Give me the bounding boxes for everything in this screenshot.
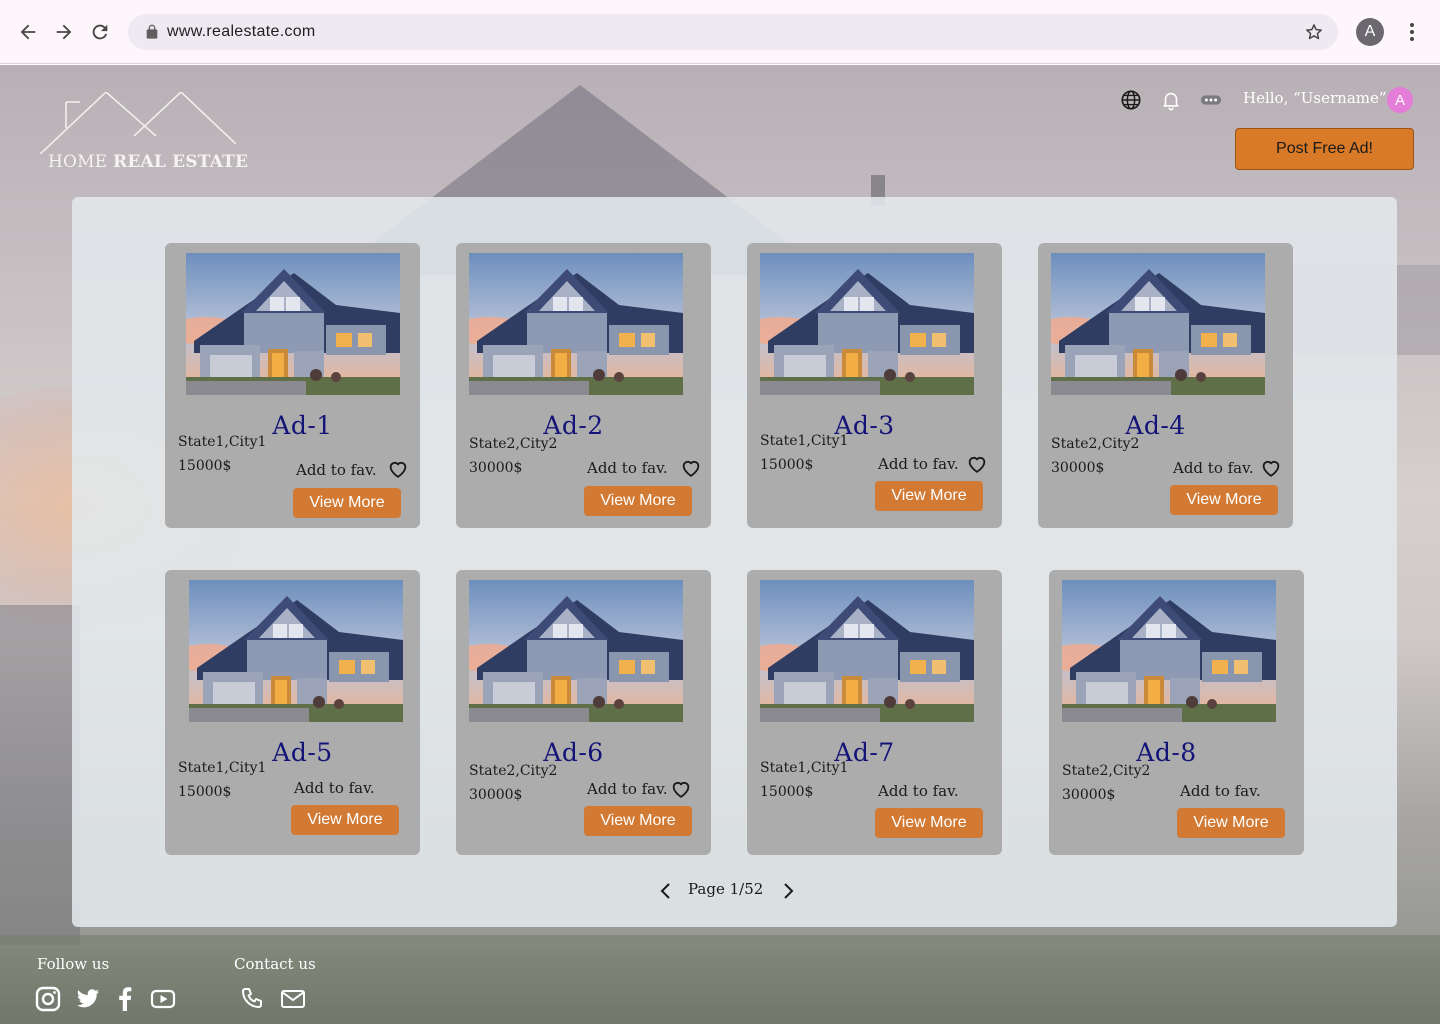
house-photo — [1062, 580, 1276, 722]
listing-card[interactable]: Ad-8 State2,City2 30000$ Add to fav. View Mo… — [1049, 570, 1304, 855]
add-to-fav-link[interactable]: Add to fav. — [587, 459, 668, 477]
forward-arrow-icon[interactable] — [50, 18, 78, 46]
listing-location: State2,City2 — [1062, 763, 1151, 779]
user-avatar[interactable]: A — [1387, 87, 1413, 113]
listing-card[interactable]: Ad-7 State1,City1 15000$ Add to fav. View Mo… — [747, 570, 1002, 855]
listing-card[interactable]: Ad-4 State2,City2 30000$ Add to fav. View Mo… — [1038, 243, 1293, 528]
globe-icon[interactable] — [1120, 89, 1142, 111]
listing-price: 30000$ — [469, 460, 523, 476]
listing-price: 30000$ — [469, 787, 523, 803]
logo-text: HOME REAL ESTATE — [48, 152, 248, 172]
facebook-icon[interactable] — [112, 986, 138, 1012]
listing-photo[interactable] — [760, 580, 974, 722]
listing-location: State1,City1 — [760, 433, 849, 449]
background-house-left — [0, 605, 80, 945]
view-more-button[interactable]: View More — [584, 806, 692, 836]
back-arrow-icon[interactable] — [14, 18, 42, 46]
listing-card[interactable]: Ad-2 State2,City2 30000$ Add to fav. View Mo… — [456, 243, 711, 528]
listing-photo[interactable] — [469, 580, 683, 722]
roofs-logo-icon — [39, 92, 236, 154]
twitter-icon[interactable] — [75, 986, 101, 1012]
add-to-fav-link[interactable]: Add to fav. — [878, 782, 959, 800]
listing-card[interactable]: Ad-3 State1,City1 15000$ Add to fav. View Mo… — [747, 243, 1002, 528]
follow-us-label: Follow us — [37, 955, 110, 973]
post-free-ad-button[interactable]: Post Free Ad! — [1235, 128, 1414, 170]
page-indicator: Page 1/52 — [688, 880, 764, 898]
instagram-icon[interactable] — [35, 986, 61, 1012]
view-more-button[interactable]: View More — [1170, 485, 1278, 515]
heart-icon[interactable] — [670, 778, 692, 800]
logo-text-real-estate: REAL ESTATE — [113, 152, 249, 172]
star-icon[interactable] — [1304, 22, 1324, 42]
view-more-button[interactable]: View More — [584, 486, 692, 516]
view-more-button[interactable]: View More — [875, 808, 983, 838]
add-to-fav-link[interactable]: Add to fav. — [294, 779, 375, 797]
listing-photo[interactable] — [469, 253, 683, 395]
chevron-left-icon[interactable] — [656, 880, 676, 902]
url-text[interactable]: www.realestate.com — [167, 23, 316, 41]
house-photo — [469, 253, 683, 395]
view-more-button[interactable]: View More — [291, 805, 399, 835]
listing-photo[interactable] — [1062, 580, 1276, 722]
logo-text-home: HOME — [48, 152, 108, 172]
browser-toolbar: www.realestate.com A — [0, 0, 1440, 64]
listing-price: 15000$ — [760, 457, 814, 473]
heart-icon[interactable] — [680, 457, 702, 479]
more-horiz-icon[interactable] — [1200, 89, 1222, 111]
house-photo — [760, 580, 974, 722]
view-more-button[interactable]: View More — [293, 488, 401, 518]
add-to-fav-link[interactable]: Add to fav. — [587, 780, 668, 798]
listing-card[interactable]: Ad-5 State1,City1 15000$ Add to fav. View Mo… — [165, 570, 420, 855]
listing-price: 15000$ — [760, 784, 814, 800]
listing-location: State1,City1 — [178, 760, 267, 776]
listing-card[interactable]: Ad-1 State1,City1 15000$ Add to fav. View Mo… — [165, 243, 420, 528]
listing-location: State2,City2 — [469, 763, 558, 779]
user-greeting: Hello, “Username” — [1243, 89, 1387, 107]
more-vert-icon[interactable] — [1402, 20, 1422, 44]
contact-us-label: Contact us — [234, 955, 316, 973]
listing-location: State2,City2 — [1051, 436, 1140, 452]
youtube-icon[interactable] — [150, 986, 176, 1012]
add-to-fav-link[interactable]: Add to fav. — [878, 455, 959, 473]
listing-photo[interactable] — [760, 253, 974, 395]
add-to-fav-link[interactable]: Add to fav. — [1180, 782, 1261, 800]
background-lawn — [0, 935, 1440, 1024]
add-to-fav-link[interactable]: Add to fav. — [1173, 459, 1254, 477]
listing-photo[interactable] — [186, 253, 400, 395]
view-more-button[interactable]: View More — [875, 481, 983, 511]
heart-icon[interactable] — [387, 458, 409, 480]
house-photo — [760, 253, 974, 395]
mail-icon[interactable] — [280, 986, 306, 1012]
listing-card[interactable]: Ad-6 State2,City2 30000$ Add to fav. View Mo… — [456, 570, 711, 855]
site-logo[interactable]: HOME REAL ESTATE — [36, 92, 248, 172]
house-photo — [186, 253, 400, 395]
listing-price: 30000$ — [1051, 460, 1105, 476]
phone-icon[interactable] — [240, 986, 266, 1012]
listing-price: 30000$ — [1062, 787, 1116, 803]
lock-icon — [146, 24, 158, 39]
listing-photo[interactable] — [189, 580, 403, 722]
view-more-button[interactable]: View More — [1177, 808, 1285, 838]
heart-icon[interactable] — [1260, 457, 1282, 479]
reload-icon[interactable] — [86, 18, 114, 46]
house-photo — [1051, 253, 1265, 395]
listing-location: State2,City2 — [469, 436, 558, 452]
listing-location: State1,City1 — [178, 434, 267, 450]
house-photo — [189, 580, 403, 722]
bell-icon[interactable] — [1160, 89, 1182, 111]
listing-price: 15000$ — [178, 458, 232, 474]
house-photo — [469, 580, 683, 722]
chevron-right-icon[interactable] — [778, 880, 798, 902]
listing-photo[interactable] — [1051, 253, 1265, 395]
address-bar[interactable]: www.realestate.com — [128, 14, 1338, 50]
heart-icon[interactable] — [966, 453, 988, 475]
add-to-fav-link[interactable]: Add to fav. — [296, 461, 377, 479]
listing-location: State1,City1 — [760, 760, 849, 776]
listing-price: 15000$ — [178, 784, 232, 800]
browser-profile-avatar[interactable]: A — [1356, 18, 1384, 46]
